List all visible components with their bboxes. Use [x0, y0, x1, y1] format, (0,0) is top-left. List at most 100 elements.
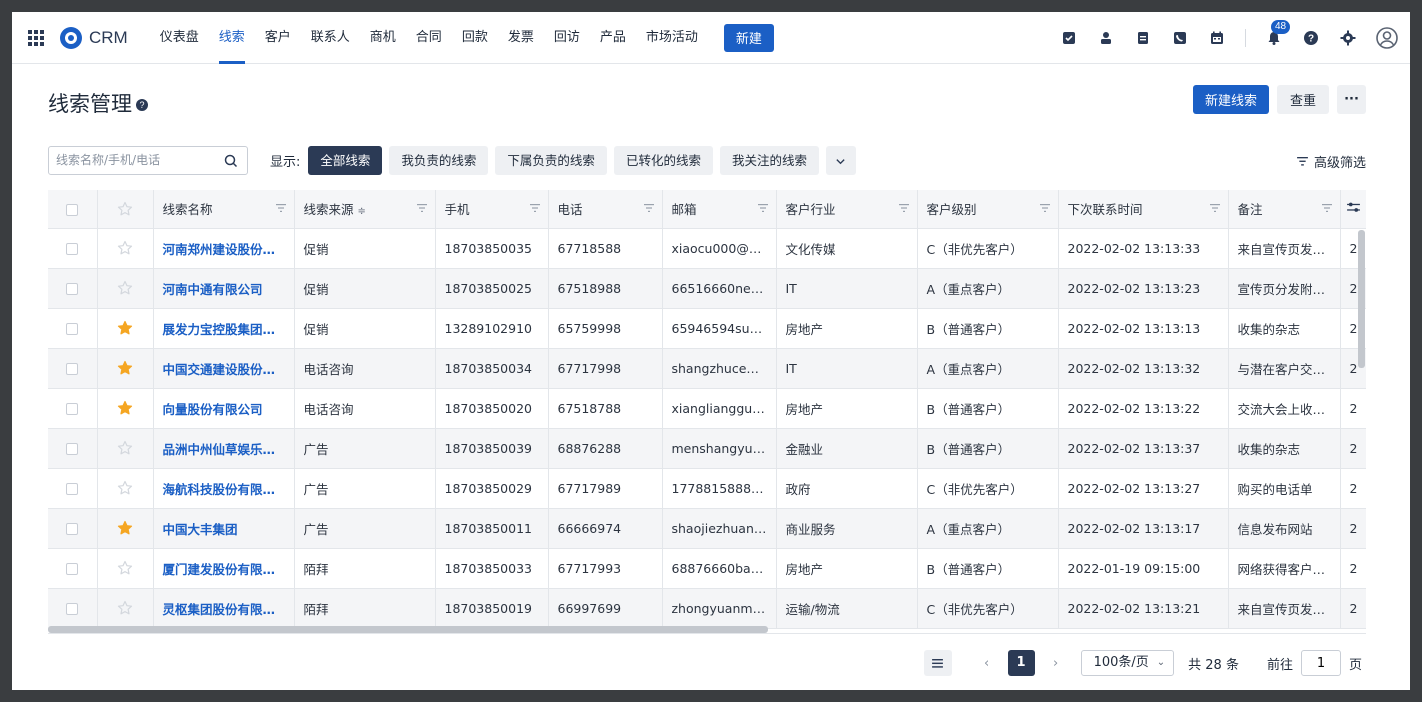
dedupe-button[interactable]: 查重	[1276, 85, 1329, 114]
view-segment-button[interactable]: 我负责的线索	[389, 145, 489, 175]
column-filter-icon[interactable]	[275, 204, 286, 212]
column-filter-icon[interactable]	[757, 204, 768, 212]
column-settings-icon[interactable]	[1346, 202, 1360, 213]
column-filter-icon[interactable]	[416, 204, 427, 212]
app-logo[interactable]: CRM	[60, 26, 128, 49]
column-header[interactable]: 线索来源 ≑	[294, 190, 436, 229]
lead-name-link[interactable]: 向量股份有限公司	[163, 402, 263, 417]
column-header[interactable]: 手机	[435, 190, 549, 229]
nav-new-button[interactable]: 新建	[723, 23, 774, 52]
view-segment-button[interactable]: 已转化的线索	[613, 145, 713, 175]
help-icon[interactable]: ?	[1302, 29, 1320, 47]
table-row[interactable]: 厦门建发股份有限… 陌拜 18703850033 67717993 68876660ba…	[48, 548, 1366, 589]
star-filled-icon[interactable]	[117, 400, 133, 416]
sort-icon[interactable]: ≑	[358, 206, 366, 217]
row-checkbox[interactable]	[66, 443, 79, 455]
prev-page-chevron-icon[interactable]: ‹	[978, 656, 996, 671]
table-row[interactable]: 中国交通建设股份… 电话咨询 18703850034 67717998 shangzhu…	[48, 348, 1366, 389]
row-checkbox[interactable]	[66, 363, 79, 375]
row-checkbox[interactable]	[66, 283, 79, 295]
nav-item[interactable]: 联系人	[311, 12, 350, 64]
row-checkbox[interactable]	[66, 243, 79, 255]
star-filled-icon[interactable]	[117, 520, 133, 536]
calendar-icon[interactable]	[1208, 29, 1226, 47]
document-icon[interactable]	[1134, 29, 1152, 47]
column-filter-icon[interactable]	[898, 204, 909, 212]
row-checkbox[interactable]	[66, 563, 79, 575]
lead-name-link[interactable]: 海航科技股份有限…	[163, 482, 276, 497]
column-header[interactable]: 客户行业	[776, 190, 918, 229]
lead-name-link[interactable]: 品洲中州仙草娱乐…	[163, 442, 276, 457]
new-lead-button[interactable]: 新建线索	[1192, 85, 1269, 114]
star-outline-icon[interactable]	[117, 600, 133, 616]
star-outline-icon[interactable]	[117, 280, 133, 296]
lead-name-link[interactable]: 中国交通建设股份…	[163, 362, 276, 377]
column-filter-icon[interactable]	[1209, 204, 1220, 212]
title-help-icon[interactable]: ?	[136, 99, 148, 111]
search-icon[interactable]	[223, 153, 239, 169]
search-input[interactable]	[49, 146, 219, 174]
notification-bell-icon[interactable]: 48	[1265, 20, 1291, 47]
row-checkbox[interactable]	[66, 603, 79, 615]
settings-gear-icon[interactable]	[1339, 29, 1357, 47]
nav-item[interactable]: 回访	[554, 12, 580, 64]
goto-page-input[interactable]	[1300, 650, 1341, 676]
pager-menu-button[interactable]	[923, 650, 952, 676]
star-filled-icon[interactable]	[117, 320, 133, 336]
view-segment-button[interactable]: 全部线索	[308, 145, 383, 175]
column-header[interactable]: 电话	[548, 190, 663, 229]
table-row[interactable]: 河南中通有限公司 促销 18703850025 67518988 66516660nen…	[48, 268, 1366, 309]
page-size-select[interactable]: 100条/页 ⌄	[1080, 650, 1175, 676]
horizontal-scrollbar[interactable]	[48, 626, 768, 633]
lead-name-link[interactable]: 中国大丰集团	[163, 522, 238, 537]
nav-item[interactable]: 发票	[508, 12, 534, 64]
nav-item[interactable]: 商机	[370, 12, 396, 64]
app-grid-icon[interactable]	[28, 29, 44, 46]
next-page-chevron-icon[interactable]: ›	[1047, 656, 1065, 671]
nav-item[interactable]: 产品	[600, 12, 626, 64]
table-row[interactable]: 海航科技股份有限… 广告 18703850029 67717989 1778815888…	[48, 468, 1366, 509]
nav-item[interactable]: 客户	[265, 12, 291, 64]
column-filter-icon[interactable]	[1039, 204, 1050, 212]
task-check-icon[interactable]	[1060, 29, 1078, 47]
lead-name-link[interactable]: 河南中通有限公司	[163, 282, 263, 297]
table-row[interactable]: 向量股份有限公司 电话咨询 18703850020 67518788 xianglian…	[48, 388, 1366, 429]
current-page[interactable]: 1	[1007, 650, 1035, 676]
row-checkbox[interactable]	[66, 523, 79, 535]
avatar[interactable]	[1376, 27, 1398, 49]
table-row[interactable]: 展发力宝控股集团… 促销 13289102910 65759998 65946594su…	[48, 308, 1366, 349]
star-outline-icon[interactable]	[117, 560, 133, 576]
star-filled-icon[interactable]	[117, 360, 133, 376]
table-row[interactable]: 品洲中州仙草娱乐… 广告 18703850039 68876288 menshangyu…	[48, 428, 1366, 469]
more-actions-button[interactable]: ···	[1337, 85, 1366, 114]
star-outline-icon[interactable]	[117, 480, 133, 496]
nav-item[interactable]: 市场活动	[646, 12, 698, 64]
lead-name-link[interactable]: 厦门建发股份有限…	[163, 562, 276, 577]
table-row[interactable]: 灵枢集团股份有限… 陌拜 18703850019 66997699 zhongyuanm…	[48, 588, 1366, 629]
column-filter-icon[interactable]	[1321, 204, 1332, 212]
vertical-scrollbar[interactable]	[1358, 230, 1365, 368]
nav-item[interactable]: 仪表盘	[160, 12, 199, 64]
column-header[interactable]: 线索名称	[153, 190, 295, 229]
column-header[interactable]: 客户级别	[917, 190, 1059, 229]
row-checkbox[interactable]	[66, 323, 79, 335]
nav-item[interactable]: 线索	[218, 12, 245, 64]
advanced-filter-button[interactable]: 高级筛选	[1297, 152, 1366, 171]
nav-item[interactable]: 合同	[416, 12, 442, 64]
segments-expand-button[interactable]	[825, 145, 856, 175]
user-icon[interactable]	[1097, 29, 1115, 47]
table-row[interactable]: 河南郑州建设股份… 促销 18703850035 67718588 xiaocu000@…	[48, 228, 1366, 269]
nav-item[interactable]: 回款	[462, 12, 488, 64]
star-outline-icon[interactable]	[117, 440, 133, 456]
lead-name-link[interactable]: 灵枢集团股份有限…	[163, 602, 276, 617]
column-filter-icon[interactable]	[529, 204, 540, 212]
row-checkbox[interactable]	[66, 403, 79, 415]
star-outline-icon[interactable]	[117, 201, 133, 217]
column-header[interactable]: 下次联系时间	[1058, 190, 1229, 229]
view-segment-button[interactable]: 下属负责的线索	[495, 145, 607, 175]
star-outline-icon[interactable]	[117, 240, 133, 256]
phone-icon[interactable]	[1171, 29, 1189, 47]
lead-name-link[interactable]: 展发力宝控股集团…	[163, 322, 276, 337]
column-filter-icon[interactable]	[643, 204, 654, 212]
lead-name-link[interactable]: 河南郑州建设股份…	[163, 242, 276, 257]
